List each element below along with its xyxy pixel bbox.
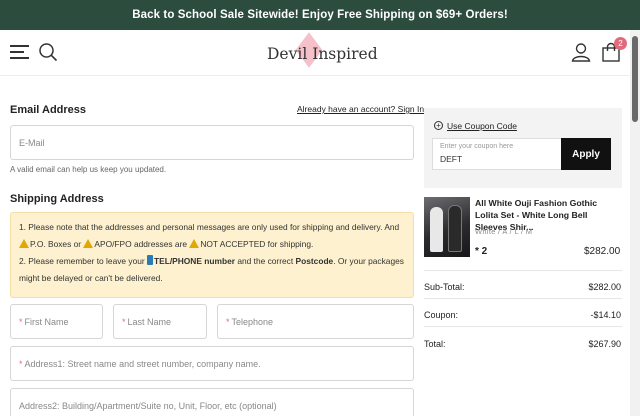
address1-field[interactable]: * Address1: Street name and street number… (10, 346, 414, 381)
coupon-value: DEFT (440, 154, 463, 164)
user-icon[interactable] (571, 42, 591, 62)
subtotal-value: $282.00 (588, 282, 621, 292)
required-mark: * (19, 316, 23, 327)
promo-banner-text: Back to School Sale Sitewide! Enjoy Free… (132, 9, 508, 21)
required-mark: * (122, 316, 126, 327)
coupon-discount-value: -$14.10 (590, 310, 621, 320)
warning-icon (189, 239, 200, 248)
required-mark: * (226, 316, 230, 327)
product-price: $282.00 (584, 246, 621, 257)
signin-link[interactable]: Already have an account? Sign In (297, 104, 424, 114)
email-section-title: Email Address (10, 104, 87, 116)
promo-banner: Back to School Sale Sitewide! Enjoy Free… (0, 0, 640, 30)
summary-divider (424, 270, 622, 271)
site-header: Devil Inspired (0, 30, 630, 76)
shipping-notice: 1. Please note that the addresses and pe… (10, 212, 414, 298)
use-coupon-link[interactable]: Use Coupon Code (447, 121, 517, 131)
site-logo[interactable]: Devil Inspired (258, 32, 378, 72)
coupon-placeholder: Enter your coupon here (440, 143, 514, 150)
notice-line-3: 2. Please remember to leave your TEL/PHO… (19, 255, 404, 266)
subtotal-label: Sub-Total: (424, 282, 465, 292)
logo-text: Devil Inspired (267, 45, 378, 63)
cart-count-badge: 2 (614, 37, 627, 50)
apply-coupon-button[interactable]: Apply (561, 138, 611, 170)
plus-circle-icon[interactable]: + (434, 121, 443, 130)
email-placeholder: E-Mail (19, 137, 45, 148)
total-value: $267.90 (588, 339, 621, 349)
notice-line-4: might be delayed or can't be delivered. (19, 273, 163, 283)
address2-field[interactable]: Address2: Building/Apartment/Suite no, U… (10, 388, 414, 416)
required-mark: * (19, 358, 23, 369)
notice-line-2: P.O. Boxes or APO/FPO addresses are NOT … (19, 236, 405, 253)
warning-icon (83, 239, 94, 248)
product-options: White / A / L / M (475, 227, 533, 236)
coupon-discount-label: Coupon: (424, 310, 459, 320)
first-name-field[interactable]: * First Name (10, 304, 103, 339)
menu-icon[interactable] (10, 45, 29, 59)
product-quantity: * 2 (475, 246, 488, 257)
product-image[interactable] (424, 197, 470, 257)
page-scrollbar[interactable] (630, 30, 640, 416)
email-hint: A valid email can help us keep you updat… (10, 165, 167, 174)
search-icon[interactable] (38, 42, 58, 62)
shipping-section-title: Shipping Address (10, 193, 104, 205)
warning-icon (19, 239, 29, 248)
telephone-field[interactable]: * Telephone (217, 304, 414, 339)
total-label: Total: (424, 339, 446, 349)
scrollbar-thumb[interactable] (632, 36, 638, 122)
phone-icon (147, 255, 154, 265)
summary-divider (424, 326, 622, 327)
summary-divider (424, 298, 622, 299)
notice-line-1: 1. Please note that the addresses and pe… (19, 222, 400, 232)
last-name-field[interactable]: * Last Name (113, 304, 207, 339)
email-field[interactable]: E-Mail (10, 125, 414, 160)
